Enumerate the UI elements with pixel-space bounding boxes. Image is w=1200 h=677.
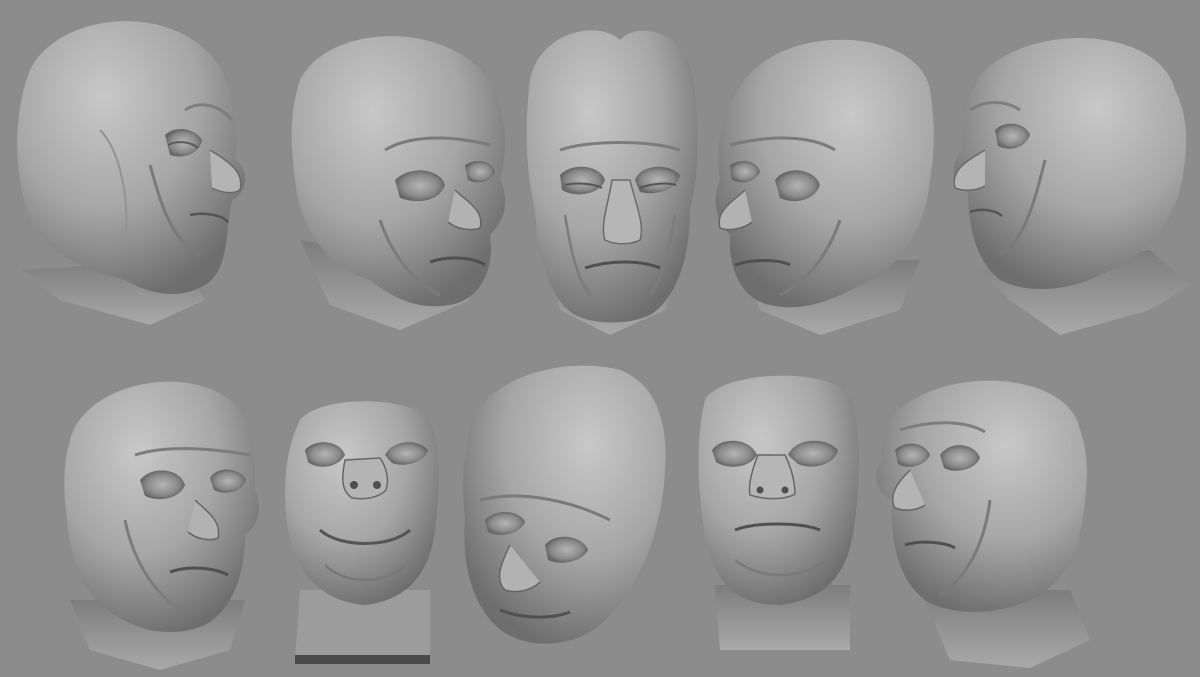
head-view-from-above bbox=[463, 365, 666, 644]
head-view-left-profile bbox=[953, 37, 1190, 335]
sculpt-turnaround-sheet bbox=[0, 0, 1200, 677]
head-view-from-below-front bbox=[285, 401, 439, 664]
head-view-right-profile bbox=[17, 21, 246, 325]
sculpt-canvas bbox=[17, 21, 1190, 670]
head-view-right-three-quarter bbox=[291, 36, 506, 330]
head-view-front bbox=[526, 30, 698, 335]
head-view-left-three-quarter bbox=[715, 39, 934, 335]
head-view-from-below bbox=[698, 375, 860, 650]
head-view-left-three-quarter-lower bbox=[876, 380, 1090, 668]
head-view-right-three-quarter-lower bbox=[64, 381, 259, 670]
